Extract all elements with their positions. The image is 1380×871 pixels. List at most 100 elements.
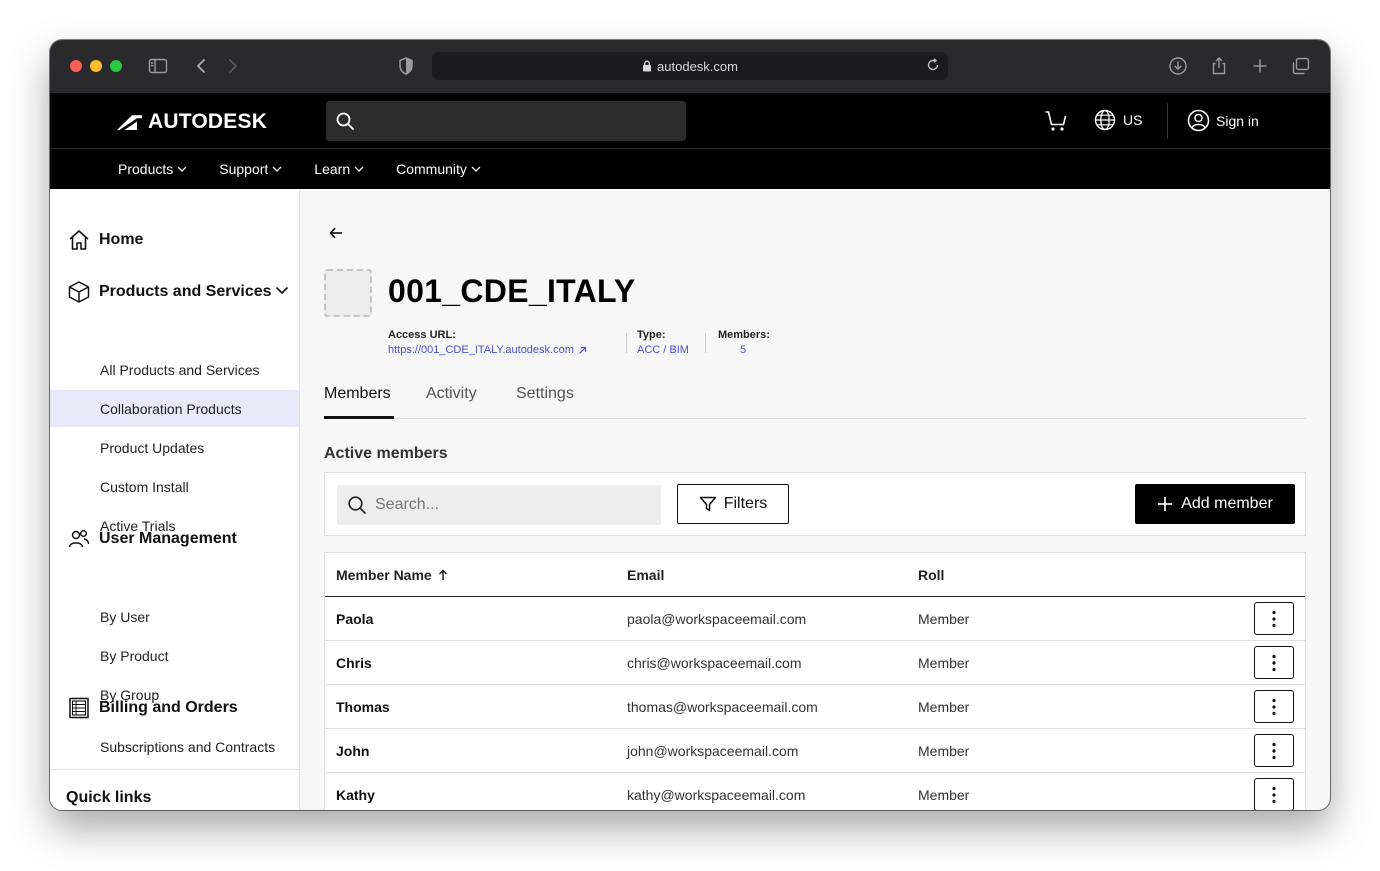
chevron-down-icon <box>177 166 187 172</box>
member-role: Member <box>918 743 970 759</box>
search-icon <box>336 112 354 130</box>
column-header-label: Member Name <box>336 567 432 583</box>
row-actions-button[interactable] <box>1254 734 1294 767</box>
sidebar-item-subscriptions[interactable]: Subscriptions and Contracts <box>50 728 299 765</box>
member-role: Member <box>918 787 970 803</box>
member-search-input[interactable] <box>375 496 655 514</box>
sidebar-item-collaboration-products[interactable]: Collaboration Products <box>50 390 299 427</box>
sidebar-item-by-user[interactable]: By User <box>50 598 299 635</box>
member-name: Paola <box>336 611 374 627</box>
type-field: Type: ACC / BIM <box>637 329 689 356</box>
row-actions-button[interactable] <box>1254 690 1294 723</box>
chevron-down-icon <box>471 166 481 172</box>
chevron-down-icon[interactable] <box>275 286 289 295</box>
column-header-roll[interactable]: Roll <box>918 567 944 583</box>
sidebar-item-product-updates[interactable]: Product Updates <box>50 429 299 466</box>
tab-activity[interactable]: Activity <box>426 385 477 403</box>
column-header-member-name[interactable]: Member Name <box>336 567 448 583</box>
site-nav: Products Support Learn Community <box>50 149 1330 189</box>
zoom-window-button[interactable] <box>110 60 122 72</box>
reload-icon[interactable] <box>926 58 940 72</box>
back-arrow-icon[interactable] <box>328 225 344 241</box>
kebab-menu-icon <box>1272 786 1276 803</box>
column-header-label: Roll <box>918 567 945 583</box>
column-header-email[interactable]: Email <box>627 567 664 583</box>
address-bar-url: autodesk.com <box>657 58 738 74</box>
share-icon[interactable] <box>1209 56 1229 76</box>
access-url-field: Access URL: https://001_CDE_ITALY.autode… <box>388 329 587 356</box>
row-actions-button[interactable] <box>1254 602 1294 635</box>
member-email: thomas@workspaceemail.com <box>627 699 818 715</box>
row-actions-button[interactable] <box>1254 778 1294 810</box>
plus-icon <box>1158 497 1173 511</box>
sidebar-products-services-label: Products and Services <box>99 283 272 300</box>
cart-icon[interactable] <box>1044 109 1068 133</box>
region-selector[interactable]: US <box>1094 109 1142 131</box>
member-email: john@workspaceemail.com <box>627 743 799 759</box>
lock-icon <box>642 60 652 72</box>
site-header: AUTODESK US Sign in <box>50 93 1330 149</box>
autodesk-logo[interactable]: AUTODESK <box>117 110 267 134</box>
site-search-input[interactable] <box>326 101 686 141</box>
table-row[interactable]: John john@workspaceemail.com Member <box>325 729 1305 773</box>
sidebar-item-user-management[interactable]: User Management <box>66 526 237 552</box>
kebab-menu-icon <box>1272 610 1276 627</box>
sidebar-item-label: Subscriptions and Contracts <box>100 738 276 755</box>
members-count-value: 5 <box>740 344 747 356</box>
filter-icon <box>699 496 716 512</box>
close-window-button[interactable] <box>70 60 82 72</box>
address-bar[interactable]: autodesk.com <box>432 52 948 80</box>
sidebar-item-products-and-services[interactable]: Products and Services <box>66 279 272 305</box>
sidebar-item-custom-install[interactable]: Custom Install <box>50 468 299 505</box>
sidebar-item-label: By Product <box>100 647 169 664</box>
tab-members[interactable]: Members <box>324 385 391 403</box>
sidebar-item-billing-and-orders[interactable]: Billing and Orders <box>66 695 238 721</box>
sidebar-item-label: Custom Install <box>100 478 189 495</box>
table-row[interactable]: Kathy kathy@workspaceemail.com Member <box>325 773 1305 810</box>
access-url-link[interactable]: https://001_CDE_ITALY.autodesk.com <box>388 344 587 356</box>
row-actions-button[interactable] <box>1254 646 1294 679</box>
add-member-button[interactable]: Add member <box>1135 484 1295 524</box>
sidebar-divider <box>50 769 299 770</box>
sidebar-item-home[interactable]: Home <box>66 227 143 253</box>
sidebar-toggle-icon[interactable] <box>148 56 168 76</box>
browser-window: autodesk.com AUTODESK US Sign in Product… <box>50 40 1330 810</box>
member-name: Chris <box>336 655 372 671</box>
table-header: Member Name Email Roll <box>325 553 1305 597</box>
globe-icon <box>1094 109 1116 131</box>
member-search[interactable] <box>337 485 661 525</box>
main-content: 001_CDE_ITALY Access URL: https://001_CD… <box>300 189 1330 810</box>
nav-learn-label: Learn <box>314 161 351 177</box>
table-row[interactable]: Paola paola@workspaceemail.com Member <box>325 597 1305 641</box>
nav-products[interactable]: Products <box>118 161 187 177</box>
filters-label: Filters <box>723 495 768 512</box>
tab-overview-icon[interactable] <box>1291 56 1311 76</box>
nav-support[interactable]: Support <box>219 161 282 177</box>
sign-in-button[interactable]: Sign in <box>1187 109 1259 132</box>
sort-ascending-icon <box>438 569 448 581</box>
table-row[interactable]: Thomas thomas@workspaceemail.com Member <box>325 685 1305 729</box>
table-row[interactable]: Chris chris@workspaceemail.com Member <box>325 641 1305 685</box>
sidebar-item-by-product[interactable]: By Product <box>50 637 299 674</box>
type-value: ACC / BIM <box>637 344 689 356</box>
member-name: Thomas <box>336 699 390 715</box>
tab-settings[interactable]: Settings <box>516 385 574 403</box>
nav-community[interactable]: Community <box>396 161 481 177</box>
sidebar-billing-label: Billing and Orders <box>99 699 238 716</box>
privacy-shield-icon[interactable] <box>396 56 416 76</box>
minimize-window-button[interactable] <box>90 60 102 72</box>
nav-community-label: Community <box>396 161 467 177</box>
new-tab-icon[interactable] <box>1250 56 1270 76</box>
access-url-label: Access URL: <box>388 329 456 341</box>
meta-divider <box>705 333 706 353</box>
nav-learn[interactable]: Learn <box>314 161 364 177</box>
sidebar-item-label: Collaboration Products <box>100 400 242 417</box>
external-link-icon <box>578 346 586 354</box>
sidebar-quick-links[interactable]: Quick links <box>66 789 151 807</box>
autodesk-logo-icon <box>117 114 142 130</box>
forward-arrow-icon[interactable] <box>223 56 243 76</box>
back-arrow-icon[interactable] <box>191 56 211 76</box>
filters-button[interactable]: Filters <box>677 484 789 524</box>
downloads-icon[interactable] <box>1168 56 1188 76</box>
sidebar-item-all-products[interactable]: All Products and Services <box>50 351 299 388</box>
